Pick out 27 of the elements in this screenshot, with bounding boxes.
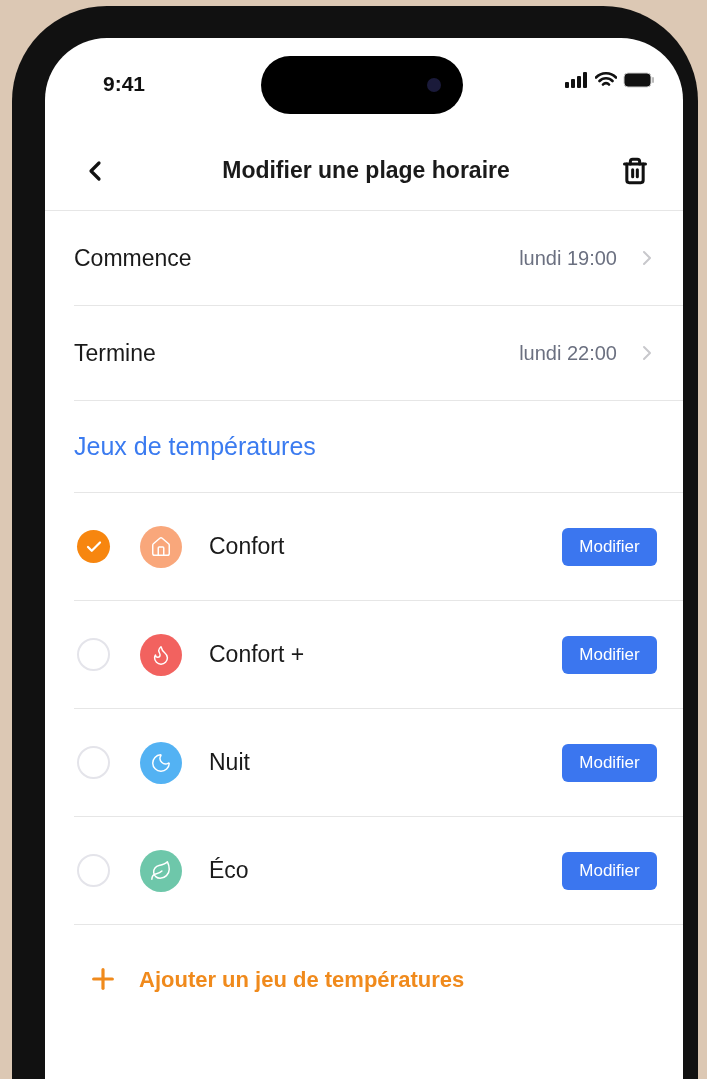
row-label: Commence [74,243,192,273]
section-title: Jeux de températures [74,430,316,462]
radio-button[interactable] [77,530,110,563]
modify-button[interactable]: Modifier [562,851,657,890]
battery-icon [623,72,655,88]
set-name: Confort + [209,640,306,670]
set-name: Nuit [209,748,251,778]
radio-button[interactable] [77,638,110,671]
signal-icon [565,72,589,88]
radio-button[interactable] [77,854,110,887]
page-title: Modifier une plage horaire [222,156,510,186]
row-label: Termine [74,338,156,368]
row-value: lundi 19:00 [519,246,617,271]
modify-button[interactable]: Modifier [562,527,657,566]
radio-button[interactable] [77,746,110,779]
set-name: Confort [209,532,286,562]
delete-button[interactable] [621,156,649,185]
row-value: lundi 22:00 [519,341,617,366]
schedule-row[interactable]: Commence lundi 19:00 [74,211,683,306]
add-button[interactable]: Ajouter un jeu de températures [87,925,465,1033]
wifi-icon [595,72,617,88]
set-name: Éco [209,856,250,886]
modify-button[interactable]: Modifier [562,635,657,674]
schedule-row[interactable]: Termine lundi 22:00 [74,306,683,401]
modify-button[interactable]: Modifier [562,743,657,782]
status-time: 9:41 [103,71,146,97]
trash-icon [621,156,649,185]
